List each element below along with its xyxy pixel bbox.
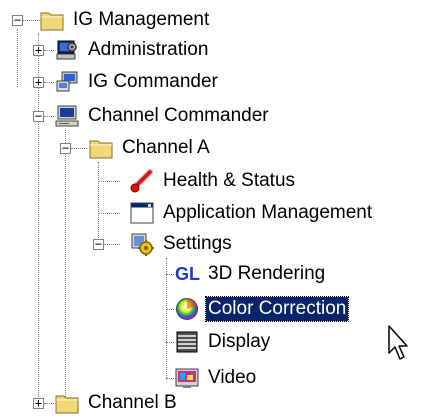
collapse-toggle-channel-commander[interactable]: − bbox=[33, 110, 44, 122]
tree-node-settings[interactable]: Settings bbox=[130, 231, 234, 257]
tree-connector bbox=[38, 33, 39, 407]
tree-node-video[interactable]: Video bbox=[175, 365, 258, 391]
folder-icon bbox=[55, 391, 79, 415]
tree-node-ig-commander[interactable]: IG Commander bbox=[55, 69, 220, 95]
tree-connector bbox=[166, 258, 167, 378]
video-icon bbox=[175, 366, 199, 390]
tree-connector bbox=[166, 378, 174, 379]
ig-commander-icon bbox=[55, 70, 79, 94]
gl-icon-text: GL bbox=[175, 264, 200, 284]
application-window-icon bbox=[130, 201, 154, 225]
tree-node-ig-management[interactable]: IG Management bbox=[40, 7, 211, 33]
settings-icon bbox=[130, 232, 154, 256]
tree-node-channel-commander[interactable]: Channel Commander bbox=[55, 103, 271, 129]
tree-node-label: IG Commander bbox=[88, 71, 218, 92]
administration-icon bbox=[55, 38, 79, 62]
collapse-toggle-settings[interactable]: − bbox=[93, 238, 104, 250]
expand-toggle-ig-commander[interactable]: + bbox=[33, 76, 44, 88]
computer-icon bbox=[55, 104, 79, 128]
mouse-pointer-icon bbox=[388, 325, 414, 363]
display-icon bbox=[175, 330, 199, 354]
tree-node-label: 3D Rendering bbox=[208, 263, 326, 284]
tree-node-display[interactable]: Display bbox=[175, 329, 272, 355]
tree-node-3d-rendering[interactable]: GL 3D Rendering bbox=[175, 261, 327, 287]
tree-node-label: Channel Commander bbox=[88, 105, 269, 126]
tree-connector bbox=[104, 244, 120, 245]
tree-node-color-correction[interactable]: Color Correction bbox=[175, 296, 350, 322]
tree-connector bbox=[44, 403, 54, 404]
tree-node-channel-b[interactable]: Channel B bbox=[55, 390, 179, 416]
tree-node-label: IG Management bbox=[73, 9, 210, 30]
tree-connector bbox=[44, 50, 54, 51]
tree-node-label: Administration bbox=[88, 39, 209, 60]
tree-connector bbox=[71, 148, 87, 149]
tree-connector bbox=[98, 181, 120, 182]
tree-node-channel-a[interactable]: Channel A bbox=[89, 135, 212, 161]
thermometer-icon bbox=[130, 169, 154, 193]
color-wheel-icon bbox=[175, 297, 199, 321]
collapse-toggle-ig-management[interactable]: − bbox=[12, 14, 23, 26]
tree-connector bbox=[98, 162, 99, 244]
expand-toggle-administration[interactable]: + bbox=[33, 44, 44, 56]
tree-node-label: Channel A bbox=[122, 137, 210, 158]
tree-node-label: Health & Status bbox=[163, 170, 296, 191]
tree-node-health-status[interactable]: Health & Status bbox=[130, 168, 297, 194]
tree-node-administration[interactable]: Administration bbox=[55, 37, 210, 63]
tree-connector bbox=[166, 274, 174, 275]
expand-toggle-channel-b[interactable]: + bbox=[33, 397, 44, 409]
tree-connector bbox=[44, 82, 54, 83]
tree-node-label: Display bbox=[208, 331, 271, 352]
tree-node-label: Application Management bbox=[163, 202, 373, 223]
tree-connector bbox=[166, 309, 174, 310]
opengl-icon: GL bbox=[175, 262, 200, 286]
tree-connector bbox=[166, 342, 174, 343]
tree-node-label: Channel B bbox=[88, 392, 177, 413]
folder-icon bbox=[89, 136, 113, 160]
collapse-toggle-channel-a[interactable]: − bbox=[60, 142, 71, 154]
tree-connector bbox=[17, 29, 18, 87]
tree-connector bbox=[65, 130, 66, 403]
tree-connector bbox=[44, 116, 54, 117]
tree-node-application-management[interactable]: Application Management bbox=[130, 200, 374, 226]
tree-node-label: Video bbox=[208, 367, 257, 388]
tree-node-label: Color Correction bbox=[204, 296, 350, 322]
tree-connector bbox=[98, 213, 120, 214]
tree-view: − + + − − − + IG Management Administrati… bbox=[0, 0, 433, 415]
tree-connector bbox=[23, 20, 40, 21]
tree-node-label: Settings bbox=[163, 233, 232, 254]
folder-icon bbox=[40, 8, 64, 32]
